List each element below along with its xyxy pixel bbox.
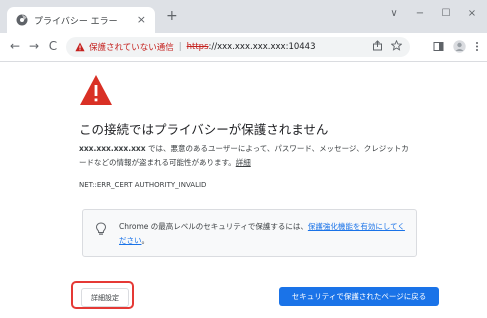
maximize-icon[interactable]: ☐ xyxy=(439,8,453,19)
details-link[interactable]: 詳細 xyxy=(236,158,251,167)
toolbar: ← → C 保護されていない通信 | https ://xxx.xxx.xxx.… xyxy=(0,33,487,62)
omnibox-actions xyxy=(372,39,403,54)
interstitial-page: この接続ではプライバシーが保護されません xxx.xxx.xxx.xxx では、… xyxy=(0,62,487,318)
toolbar-right xyxy=(433,40,479,56)
tab-privacy-error[interactable]: プライバシー エラー × xyxy=(7,7,155,33)
browser-window: プライバシー エラー × + ∨ − ☐ × ← → C 保護されていない通信 … xyxy=(0,0,487,318)
not-secure-warning-icon[interactable] xyxy=(75,42,85,52)
tab-close-icon[interactable]: × xyxy=(137,13,146,27)
share-icon[interactable] xyxy=(372,40,383,54)
address-bar[interactable]: 保護されていない通信 | https ://xxx.xxx.xxx.xxx:10… xyxy=(66,37,410,57)
error-code: NET::ERR_CERT AUTHORITY_INVALID xyxy=(79,181,207,189)
close-window-icon[interactable]: × xyxy=(465,8,479,19)
address-separator: | xyxy=(178,42,182,52)
not-secure-label[interactable]: 保護されていない通信 xyxy=(89,41,174,53)
bookmark-star-icon[interactable] xyxy=(390,39,403,54)
info-description: Chrome の最高レベルのセキュリティで保護するには、 xyxy=(119,222,308,231)
page-title: この接続ではプライバシーが保護されません xyxy=(79,122,329,137)
body-text: xxx.xxx.xxx.xxx では、悪意のあるユーザーによって、パスワード、メ… xyxy=(79,142,409,170)
info-period: 。 xyxy=(141,236,150,245)
new-tab-button[interactable]: + xyxy=(166,8,178,24)
forward-arrow-icon[interactable]: → xyxy=(27,39,41,53)
menu-kebab-icon[interactable] xyxy=(475,41,479,55)
info-text: Chrome の最高レベルのセキュリティで保護するには、保護強化機能を有効にして… xyxy=(119,220,409,248)
url-host: ://xxx.xxx.xxx.xxx:10443 xyxy=(208,42,316,52)
minimize-icon[interactable]: − xyxy=(413,8,427,19)
back-to-safety-button[interactable]: セキュリティで保護されたページに戻る xyxy=(279,287,439,306)
host-name: xxx.xxx.xxx.xxx xyxy=(79,144,146,153)
error-favicon-icon xyxy=(16,14,28,26)
tab-search-chevron-icon[interactable]: ∨ xyxy=(387,8,401,19)
reload-icon[interactable]: C xyxy=(46,39,60,53)
window-controls: ∨ − ☐ × xyxy=(387,8,479,19)
tab-title: プライバシー エラー xyxy=(34,16,118,27)
enhanced-protection-box: Chrome の最高レベルのセキュリティで保護するには、保護強化機能を有効にして… xyxy=(82,209,417,257)
profile-avatar-icon[interactable] xyxy=(453,40,466,56)
tab-strip: プライバシー エラー × + ∨ − ☐ × xyxy=(0,0,487,33)
red-highlight-box xyxy=(71,281,134,309)
lightbulb-icon xyxy=(95,221,107,235)
back-arrow-icon[interactable]: ← xyxy=(8,39,22,53)
side-panel-icon[interactable] xyxy=(433,41,444,55)
warning-triangle-icon xyxy=(79,74,113,106)
url-scheme: https xyxy=(186,42,209,52)
